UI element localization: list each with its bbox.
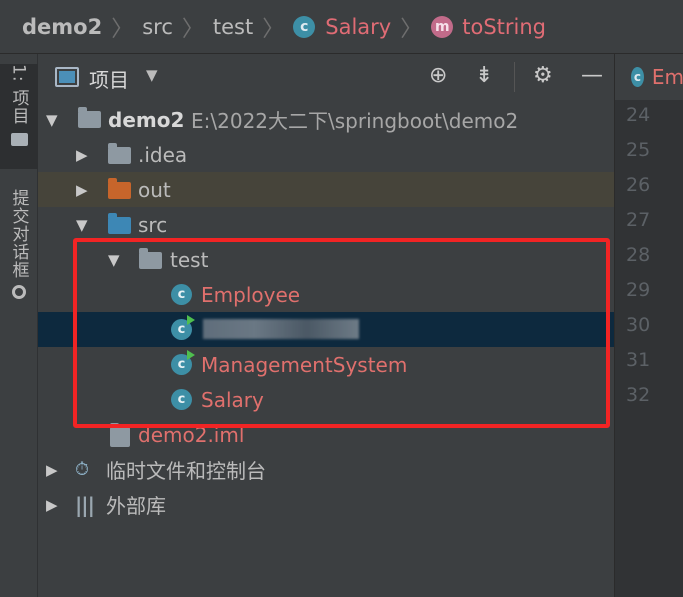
breadcrumb-src[interactable]: src xyxy=(142,15,173,39)
settings-icon[interactable]: ⚙ xyxy=(533,63,553,88)
tree-node-src[interactable]: ▼ src xyxy=(38,207,614,242)
line-number: 24 xyxy=(626,104,651,126)
line-number: 29 xyxy=(626,279,651,301)
commit-icon xyxy=(12,285,26,299)
tool-window-strip: 1: 项目 提交对话框 xyxy=(0,54,38,597)
breadcrumb-separator: 〉 xyxy=(111,16,134,42)
project-tool-tab-label: 1: 项目 xyxy=(8,64,29,125)
line-number: 30 xyxy=(626,314,651,336)
editor-area: c Em 24 25 26 27 28 29 30 31 32 xyxy=(614,54,683,597)
collapsed-arrow-icon[interactable]: ▶ xyxy=(76,181,88,199)
tree-scratches-label: 临时文件和控制台 xyxy=(106,459,266,483)
expanded-arrow-icon[interactable]: ▼ xyxy=(76,216,88,234)
tree-idea-label: .idea xyxy=(138,142,188,167)
class-icon: c xyxy=(631,67,644,87)
module-folder-icon xyxy=(78,107,101,128)
tree-node-scratches[interactable]: ▶ ⏱ 临时文件和控制台 xyxy=(38,452,614,487)
breadcrumb-separator: 〉 xyxy=(262,16,285,42)
tree-root-name: demo2 xyxy=(108,107,185,132)
line-number: 32 xyxy=(626,384,651,406)
tree-out-label: out xyxy=(138,177,171,202)
collapsed-arrow-icon[interactable]: ▶ xyxy=(46,496,58,514)
line-number: 31 xyxy=(626,349,651,371)
commit-tool-tab-label: 提交对话框 xyxy=(8,189,29,279)
project-tool-tab[interactable]: 1: 项目 xyxy=(0,64,38,169)
tree-node-libraries[interactable]: ▶ ||| 外部库 xyxy=(38,487,614,522)
tree-node-root[interactable]: ▼ demo2 E:\2022大二下\springboot\demo2 xyxy=(38,102,614,137)
collapse-icon[interactable]: ⇟ xyxy=(475,63,493,88)
editor-tab-label: Em xyxy=(651,65,683,89)
project-view-selector[interactable]: 项目 xyxy=(89,64,129,93)
line-number: 28 xyxy=(626,244,651,266)
project-panel-header: 项目 ▼ ⊕ ⇟ ⚙ — xyxy=(38,54,614,100)
expanded-arrow-icon[interactable]: ▼ xyxy=(46,111,58,129)
commit-tool-tab[interactable]: 提交对话框 xyxy=(0,189,38,319)
folder-icon xyxy=(10,132,28,146)
project-view-icon xyxy=(55,67,79,87)
hide-icon[interactable]: — xyxy=(581,63,603,88)
class-icon: c xyxy=(293,15,316,38)
line-number-gutter: 24 25 26 27 28 29 30 31 32 xyxy=(615,100,683,597)
breadcrumb-bar: demo2 〉 src 〉 test 〉 c Salary 〉 m toStri… xyxy=(0,0,683,54)
excluded-folder-icon xyxy=(108,178,131,199)
breadcrumb-method-label: toString xyxy=(462,14,547,39)
header-divider xyxy=(514,62,515,92)
method-icon: m xyxy=(431,15,454,38)
scratches-icon: ⏱ xyxy=(75,459,90,480)
tree-libraries-label: 外部库 xyxy=(106,494,166,518)
module-file-icon xyxy=(110,423,130,447)
tree-node-out[interactable]: ▶ out xyxy=(38,172,614,207)
library-icon: ||| xyxy=(75,492,95,517)
breadcrumb-method[interactable]: m toString xyxy=(431,15,546,39)
tree-root-path: E:\2022大二下\springboot\demo2 xyxy=(191,109,519,133)
locate-icon[interactable]: ⊕ xyxy=(429,63,447,88)
chevron-down-icon[interactable]: ▼ xyxy=(146,66,158,84)
tree-src-label: src xyxy=(138,212,168,237)
breadcrumb-separator: 〉 xyxy=(181,16,204,42)
collapsed-arrow-icon[interactable]: ▶ xyxy=(76,146,88,164)
breadcrumb-project[interactable]: demo2 xyxy=(22,15,102,39)
folder-icon xyxy=(108,143,131,164)
breadcrumb-class-label: Salary xyxy=(325,14,392,39)
editor-tab[interactable]: c Em xyxy=(615,54,683,100)
line-number: 27 xyxy=(626,209,651,231)
line-number: 26 xyxy=(626,174,651,196)
source-folder-icon xyxy=(108,213,131,234)
breadcrumb-class[interactable]: c Salary xyxy=(293,15,391,39)
tree-node-idea[interactable]: ▶ .idea xyxy=(38,137,614,172)
highlight-annotation xyxy=(73,238,610,428)
breadcrumb-test[interactable]: test xyxy=(213,15,253,39)
collapsed-arrow-icon[interactable]: ▶ xyxy=(46,461,58,479)
line-number: 25 xyxy=(626,139,651,161)
breadcrumb-separator: 〉 xyxy=(400,16,423,42)
